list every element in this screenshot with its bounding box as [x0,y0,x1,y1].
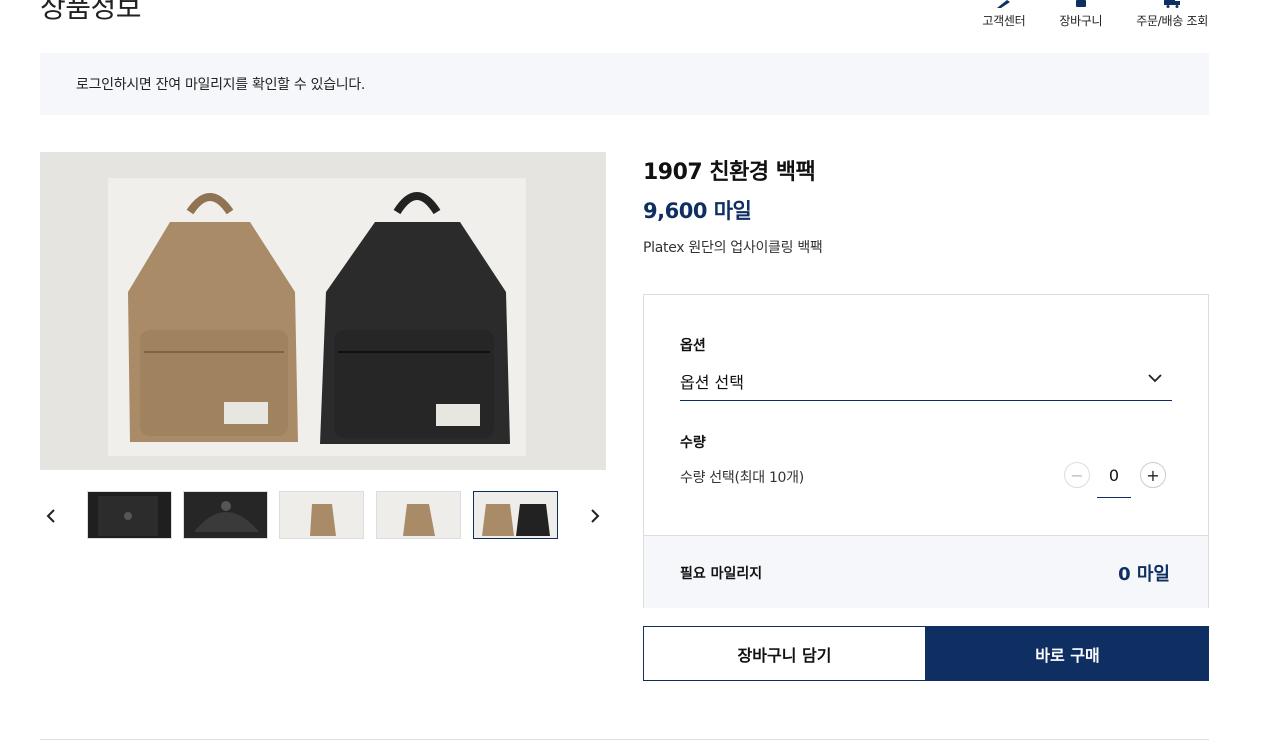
thumbnail-strip [40,491,606,541]
thumbnail-5[interactable] [473,491,558,539]
product-price: 9,600 마일 [643,199,752,223]
product-description: Platex 원단의 업사이클링 백팩 [643,240,823,256]
backpack-photo [40,152,606,470]
top-nav: 고객센터 장바구니 주문/배송 조회 [982,0,1208,29]
option-label: 옵션 [680,338,706,354]
nav-label: 주문/배송 조회 [1136,14,1208,28]
thumbnail-4[interactable] [376,491,461,539]
quantity-input[interactable]: 0 [1097,459,1131,498]
buy-now-button[interactable]: 바로 구매 [926,626,1209,681]
pen-icon [996,0,1010,8]
quantity-label: 수량 [680,435,706,451]
truck-icon [1164,0,1181,8]
plus-icon: + [1146,465,1160,485]
chevron-left-icon[interactable] [40,505,62,527]
add-to-cart-button[interactable]: 장바구니 담기 [643,626,926,681]
nav-label: 장바구니 [1059,14,1103,28]
quantity-stepper: − 0 + [1064,459,1166,499]
total-mileage-label: 필요 마일리지 [680,566,763,582]
chevron-down-icon [1148,374,1162,383]
option-select-value: 옵션 선택 [680,373,744,392]
nav-customer-center[interactable]: 고객센터 [982,0,1026,29]
option-select[interactable]: 옵션 선택 [680,361,1172,401]
chevron-right-icon[interactable] [584,505,606,527]
main-product-image [40,152,606,470]
mileage-notice: 로그인하시면 잔여 마일리지를 확인할 수 있습니다. [40,53,1209,115]
thumbnail-1[interactable] [87,491,172,539]
minus-icon: − [1070,465,1084,485]
quantity-hint: 수량 선택(최대 10개) [680,470,804,486]
nav-cart[interactable]: 장바구니 [1059,0,1103,29]
quantity-increase-button[interactable]: + [1140,462,1166,488]
total-mileage-row: 필요 마일리지 0 마일 [644,535,1208,608]
cart-icon [1075,0,1086,7]
product-name: 1907 친환경 백팩 [643,160,816,185]
total-mileage-value: 0 마일 [1118,564,1170,585]
page-title: 상품정보 [40,0,142,24]
nav-label: 고객센터 [982,14,1026,28]
quantity-decrease-button[interactable]: − [1064,462,1090,488]
nav-order-tracking[interactable]: 주문/배송 조회 [1136,0,1208,29]
thumbnail-3[interactable] [279,491,364,539]
divider [40,739,1209,740]
option-panel: 옵션 옵션 선택 수량 수량 선택(최대 10개) − 0 + 필요 마일리지 … [643,294,1209,608]
thumbnail-2[interactable] [183,491,268,539]
notice-text: 로그인하시면 잔여 마일리지를 확인할 수 있습니다. [76,77,366,93]
